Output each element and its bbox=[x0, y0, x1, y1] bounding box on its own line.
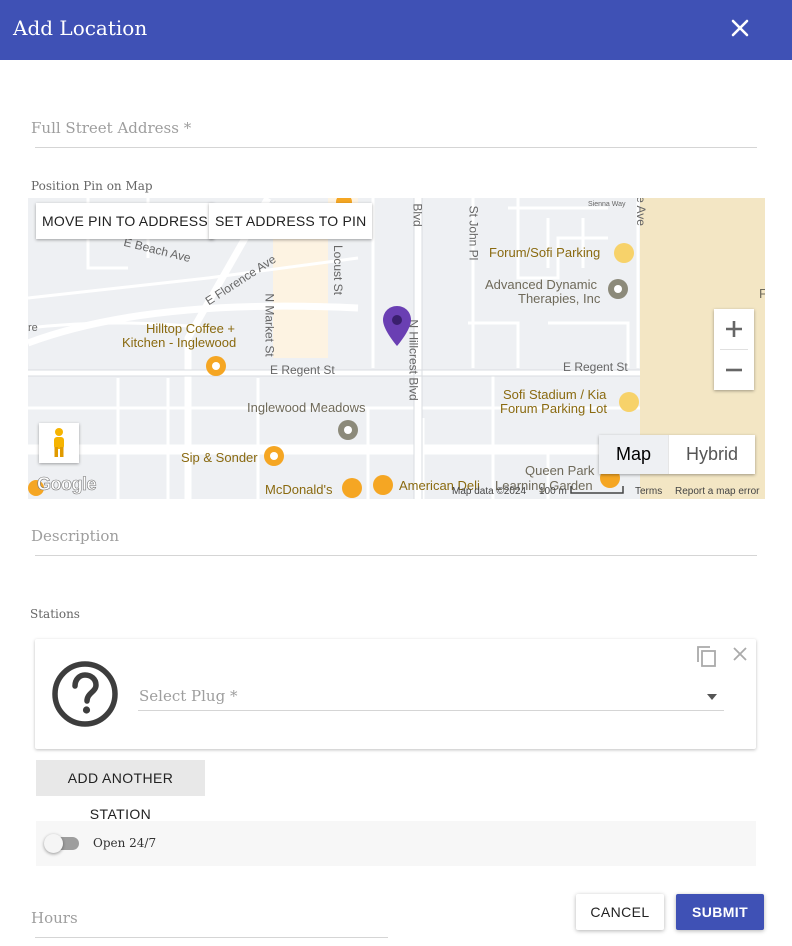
hours-label: Hours bbox=[31, 909, 78, 927]
map-pin-icon[interactable] bbox=[382, 305, 412, 347]
map-scale-label: 100 m bbox=[539, 486, 567, 497]
street-label: E Regent St bbox=[270, 363, 335, 377]
place-label: Sofi Stadium / Kia bbox=[503, 387, 607, 402]
cancel-button[interactable]: CANCEL bbox=[576, 894, 664, 930]
select-plug-label: Select Plug * bbox=[139, 687, 238, 705]
report-map-error-link[interactable]: Report a map error bbox=[675, 486, 759, 497]
place-label: Advanced Dynamic bbox=[485, 277, 597, 292]
remove-station-icon[interactable] bbox=[731, 645, 749, 663]
dialog-title: Add Location bbox=[13, 16, 148, 40]
station-card: Select Plug * bbox=[35, 639, 756, 749]
place-label: F bbox=[759, 286, 765, 301]
hours-input[interactable] bbox=[35, 937, 388, 938]
map-type-hybrid-button[interactable]: Hybrid bbox=[668, 435, 755, 474]
place-label: Kitchen - Inglewood bbox=[122, 335, 237, 350]
place-label: McDonald's bbox=[265, 482, 333, 497]
zoom-controls bbox=[714, 309, 754, 390]
stations-label: Stations bbox=[30, 607, 80, 621]
street-label: E Regent St bbox=[563, 360, 628, 374]
map-terms-link[interactable]: Terms bbox=[635, 486, 662, 497]
zoom-in-button[interactable] bbox=[714, 309, 754, 349]
address-label: Full Street Address * bbox=[31, 119, 192, 137]
open-247-row: Open 24/7 bbox=[36, 821, 756, 866]
select-plug-dropdown[interactable] bbox=[138, 710, 724, 711]
copy-icon[interactable] bbox=[695, 644, 717, 668]
map-section-label: Position Pin on Map bbox=[31, 179, 153, 193]
zoom-out-button[interactable] bbox=[714, 350, 754, 390]
description-input[interactable] bbox=[35, 555, 757, 556]
street-label: N Market St bbox=[262, 293, 277, 357]
street-view-pegman[interactable] bbox=[39, 423, 79, 463]
street-label: Locust St bbox=[331, 244, 346, 296]
street-label: Sienna Way bbox=[588, 201, 626, 208]
close-icon[interactable] bbox=[728, 16, 752, 40]
pegman-icon bbox=[54, 428, 64, 457]
open-247-toggle[interactable] bbox=[44, 834, 63, 853]
place-label: Therapies, Inc bbox=[518, 291, 601, 306]
move-pin-to-address-button[interactable]: MOVE PIN TO ADDRESS bbox=[36, 203, 214, 239]
address-input[interactable] bbox=[35, 147, 757, 148]
google-logo: Google bbox=[37, 474, 97, 495]
submit-button[interactable]: SUBMIT bbox=[676, 894, 764, 930]
street-label: St John Pl bbox=[466, 205, 481, 261]
place-label: Hilltop Coffee + bbox=[146, 321, 236, 336]
street-label: e Ave bbox=[633, 198, 648, 226]
place-label: Inglewood Meadows bbox=[247, 400, 366, 415]
map-scale-bar bbox=[570, 486, 624, 494]
question-circle-icon bbox=[52, 661, 118, 727]
place-label: Sip & Sonder bbox=[181, 450, 258, 465]
place-label: Forum Parking Lot bbox=[500, 401, 607, 416]
dialog-header: Add Location bbox=[0, 0, 792, 60]
street-label: re bbox=[28, 322, 38, 334]
map-type-control: Map Hybrid bbox=[599, 435, 755, 474]
open-247-label: Open 24/7 bbox=[93, 836, 157, 850]
description-label: Description bbox=[31, 527, 120, 545]
chevron-down-icon[interactable] bbox=[705, 693, 719, 701]
street-label: Blvd bbox=[410, 203, 425, 227]
map-data-attribution: Map data ©2024 bbox=[452, 486, 527, 497]
set-address-to-pin-button[interactable]: SET ADDRESS TO PIN bbox=[209, 203, 373, 239]
map[interactable]: E Beach Ave E Florence Ave N Market St L… bbox=[28, 198, 765, 499]
place-label: Queen Park bbox=[525, 463, 595, 478]
add-another-station-button[interactable]: ADD ANOTHER STATION bbox=[36, 760, 205, 822]
place-label: Forum/Sofi Parking bbox=[489, 245, 601, 260]
map-type-map-button[interactable]: Map bbox=[599, 435, 668, 474]
